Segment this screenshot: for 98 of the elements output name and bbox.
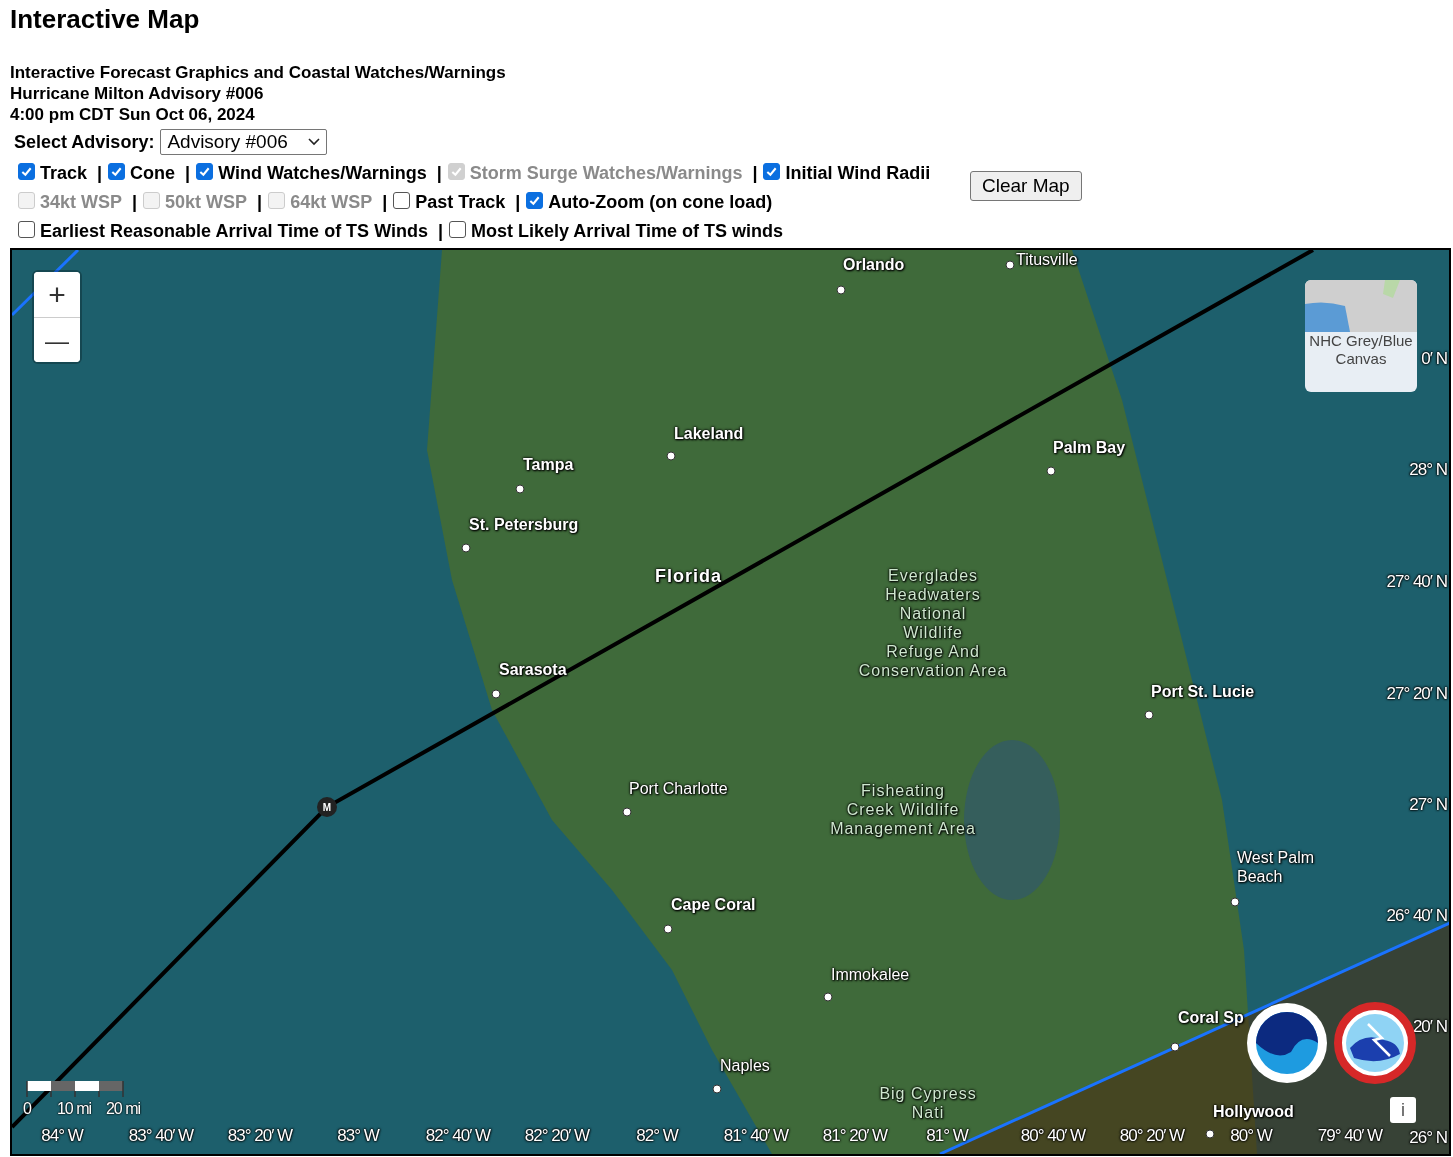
layer-label[interactable]: Wind Watches/Warnings: [218, 162, 427, 184]
city-label: Cape Coral: [671, 895, 756, 914]
separator: |: [185, 162, 191, 184]
area-label: Big Cypress Nati: [879, 1084, 977, 1122]
subtitle-line: 4:00 pm CDT Sun Oct 06, 2024: [10, 104, 256, 125]
city-label: Sarasota: [499, 660, 567, 679]
longitude-label: 82° 40′ W: [425, 1126, 491, 1146]
checkbox[interactable]: [18, 162, 35, 180]
longitude-label: 82° 20′ W: [524, 1126, 590, 1146]
layer-label[interactable]: Initial Wind Radii: [785, 162, 931, 184]
separator: |: [752, 162, 758, 184]
city-label: Palm Bay: [1053, 438, 1126, 457]
city-dot: [1046, 466, 1056, 476]
layer-label[interactable]: Cone: [130, 162, 176, 184]
longitude-label: 83° 40′ W: [128, 1126, 194, 1146]
city-dot: [666, 451, 676, 461]
separator: |: [515, 191, 521, 213]
city-label: Port St. Lucie: [1151, 682, 1255, 701]
checkbox[interactable]: [526, 191, 544, 209]
city-dot: [1205, 1129, 1215, 1139]
city-dot: [663, 924, 673, 934]
city-label: Naples: [720, 1056, 770, 1075]
city-label: Hollywood: [1213, 1102, 1294, 1121]
checkbox[interactable]: [763, 162, 781, 180]
longitude-label: 81° W: [926, 1126, 968, 1146]
advisory-select[interactable]: Advisory #006: [160, 129, 327, 155]
layer-label[interactable]: Most Likely Arrival Time of TS winds: [471, 220, 784, 242]
longitude-label: 79° 40′ W: [1317, 1126, 1383, 1146]
city-label: Lakeland: [674, 424, 744, 443]
latitude-label: 28° N: [1409, 460, 1447, 480]
city-label: Titusville: [1016, 250, 1078, 269]
city-dot: [1005, 260, 1015, 270]
clear-map-button[interactable]: Clear Map: [970, 171, 1082, 201]
lightning-logo-icon: [1334, 1002, 1416, 1084]
city-dot: [712, 1084, 722, 1094]
caret-icon: [307, 138, 320, 146]
separator: |: [382, 191, 388, 213]
select-label: Select Advisory:: [14, 131, 155, 153]
wave-logo-icon: [1246, 1002, 1328, 1084]
longitude-label: 81° 20′ W: [822, 1126, 888, 1146]
latitude-label: 26° 40′ N: [1386, 906, 1447, 926]
hurricane-marker: M: [317, 797, 337, 817]
longitude-label: 83° 20′ W: [227, 1126, 293, 1146]
latitude-label: 27° 20′ N: [1386, 684, 1447, 704]
city-dot: [823, 992, 833, 1002]
layer-label[interactable]: Earliest Reasonable Arrival Time of TS Winds: [40, 220, 428, 242]
checkbox[interactable]: [449, 220, 466, 238]
checkbox[interactable]: [108, 162, 126, 180]
scale-label: 10 mi: [56, 1100, 92, 1118]
longitude-label: 80° W: [1230, 1126, 1272, 1146]
city-label: St. Petersburg: [469, 515, 579, 534]
zoom-out-button[interactable]: —: [34, 317, 80, 362]
longitude-label: 82° W: [636, 1126, 678, 1146]
separator: |: [437, 220, 443, 242]
basemap-label: NHC Grey/Blue Canvas: [1308, 332, 1414, 368]
longitude-label: 80° 20′ W: [1119, 1126, 1185, 1146]
latitude-label: 26° N: [1409, 1128, 1447, 1148]
subtitle-line: Interactive Forecast Graphics and Coastal Watches/Warnings: [10, 62, 507, 83]
latitude-label: 27° 40′ N: [1386, 572, 1447, 592]
area-label: Fisheating Creek Wildlife Management Area: [830, 781, 976, 838]
basemap-switcher[interactable]: NHC Grey/Blue Canvas: [1305, 280, 1417, 392]
city-dot: [1230, 897, 1240, 907]
scale-label: 0: [23, 1100, 31, 1118]
info-button[interactable]: i: [1390, 1097, 1416, 1123]
subtitle-line: Hurricane Milton Advisory #006: [10, 83, 265, 104]
separator: |: [97, 162, 103, 184]
city-label: Tampa: [523, 455, 574, 474]
checkbox[interactable]: [393, 191, 411, 209]
separator: |: [132, 191, 138, 213]
longitude-label: 84° W: [41, 1126, 83, 1146]
city-label: Orlando: [843, 255, 905, 274]
separator: |: [436, 162, 442, 184]
latitude-label: 20′ N: [1412, 1017, 1447, 1037]
longitude-label: 81° 40′ W: [723, 1126, 789, 1146]
latitude-label: 0′ N: [1421, 349, 1447, 369]
city-dot: [836, 285, 846, 295]
layer-label[interactable]: Past Track: [415, 191, 506, 213]
checkbox[interactable]: [18, 220, 35, 238]
city-dot: [461, 543, 471, 553]
separator: |: [257, 191, 263, 213]
layer-label[interactable]: Track: [40, 162, 88, 184]
city-label: Port Charlotte: [629, 779, 728, 798]
city-dot: [515, 484, 525, 494]
area-label: Everglades Headwaters National Wildlife Refuge And Conservation Area: [858, 566, 1008, 680]
scale-label: 20 mi: [105, 1100, 141, 1118]
checkbox[interactable]: [196, 162, 214, 180]
latitude-label: 27° N: [1409, 795, 1447, 815]
layer-label[interactable]: Auto-Zoom (on cone load): [548, 191, 773, 213]
city-label: West Palm Beach: [1237, 848, 1315, 886]
city-dot: [491, 689, 501, 699]
city-label: Immokalee: [831, 965, 910, 984]
region-label: Florida: [655, 567, 722, 586]
longitude-label: 83° W: [337, 1126, 379, 1146]
city-dot: [1144, 710, 1154, 720]
city-dot: [1170, 1042, 1180, 1052]
longitude-label: 80° 40′ W: [1020, 1126, 1086, 1146]
page-title: Interactive Map: [10, 4, 201, 36]
city-dot: [622, 807, 632, 817]
